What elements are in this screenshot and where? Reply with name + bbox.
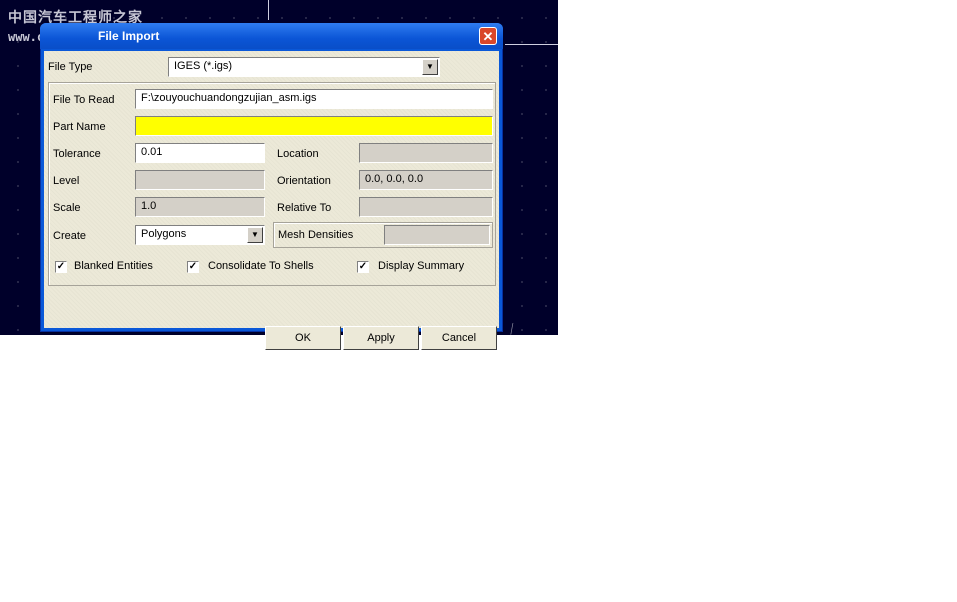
- dialog-body: File Type IGES (*.igs) ▼ File To Read F:…: [44, 51, 499, 350]
- part-name-input[interactable]: [135, 116, 493, 136]
- consolidate-to-shells-checkbox[interactable]: ✓: [187, 261, 199, 273]
- mesh-densities-label: Mesh Densities: [278, 229, 354, 241]
- file-type-value: IGES (*.igs): [174, 60, 233, 72]
- location-label: Location: [277, 148, 319, 160]
- axis-line: [268, 0, 269, 20]
- axis-line: [505, 44, 558, 45]
- level-field: [135, 170, 265, 190]
- orientation-label: Orientation: [277, 175, 331, 187]
- chevron-down-icon[interactable]: ▼: [422, 59, 438, 75]
- file-to-read-input[interactable]: F:\zouyouchuandongzujian_asm.igs: [135, 89, 493, 109]
- tolerance-input[interactable]: 0.01: [135, 143, 265, 163]
- scale-label: Scale: [53, 202, 81, 214]
- import-options-group: File To Read F:\zouyouchuandongzujian_as…: [48, 82, 496, 286]
- file-type-label: File Type: [48, 61, 93, 73]
- create-label: Create: [53, 230, 87, 242]
- orientation-field: 0.0, 0.0, 0.0: [359, 170, 493, 190]
- consolidate-to-shells-label: Consolidate To Shells: [208, 260, 314, 272]
- location-field: [359, 143, 493, 163]
- relative-to-field: [359, 197, 493, 217]
- blanked-entities-label: Blanked Entities: [74, 260, 153, 272]
- relative-to-label: Relative To: [277, 202, 332, 214]
- file-import-dialog: File Import ✕ File Type IGES (*.igs) ▼ F…: [40, 23, 503, 350]
- close-icon[interactable]: ✕: [479, 27, 497, 45]
- display-summary-checkbox[interactable]: ✓: [357, 261, 369, 273]
- dialog-title: File Import: [98, 29, 160, 43]
- blanked-entities-checkbox[interactable]: ✓: [55, 261, 67, 273]
- create-select[interactable]: Polygons ▼: [135, 225, 265, 245]
- ok-button[interactable]: OK: [265, 326, 341, 350]
- part-name-label: Part Name: [53, 121, 106, 133]
- scale-field: 1.0: [135, 197, 265, 217]
- file-to-read-label: File To Read: [53, 94, 115, 106]
- tolerance-label: Tolerance: [53, 148, 101, 160]
- axis-triad-icon: ⟋: [504, 320, 520, 335]
- mesh-densities-field: [384, 225, 490, 245]
- file-type-select[interactable]: IGES (*.igs) ▼: [168, 57, 440, 77]
- title-bar[interactable]: File Import ✕: [40, 23, 503, 49]
- level-label: Level: [53, 175, 80, 187]
- mesh-densities-group: Mesh Densities: [273, 222, 493, 248]
- chevron-down-icon[interactable]: ▼: [247, 227, 263, 243]
- apply-button[interactable]: Apply: [343, 326, 419, 350]
- display-summary-label: Display Summary: [378, 260, 465, 272]
- cancel-button[interactable]: Cancel: [421, 326, 497, 350]
- create-value: Polygons: [141, 228, 187, 240]
